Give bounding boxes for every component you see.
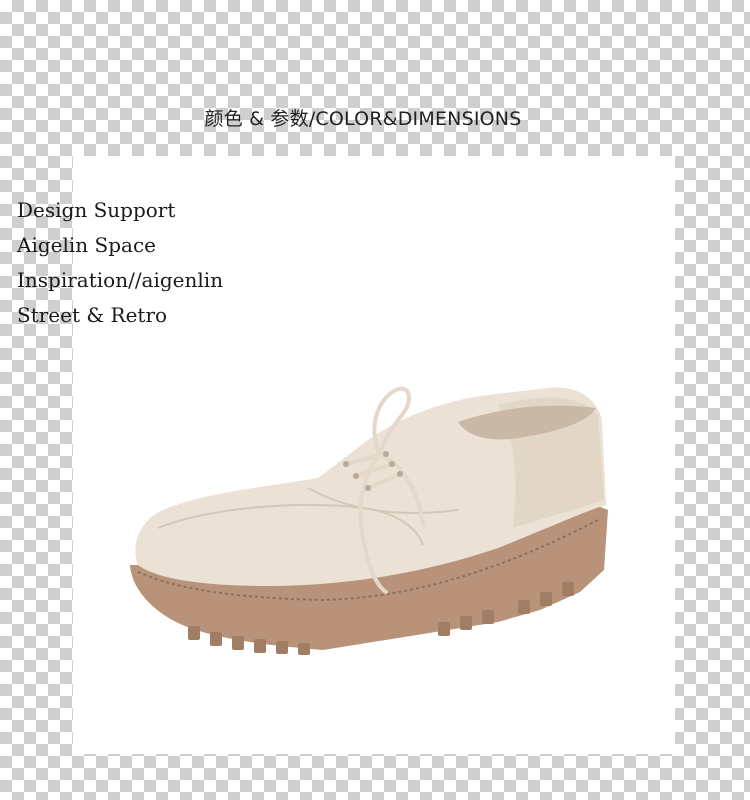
tagline-item: Inspiration//aigenlin [17,268,224,292]
tagline-item: Aigelin Space [17,233,156,257]
section-title: 颜色 & 参数/COLOR&DIMENSIONS [204,108,522,130]
tagline-list: Design Support Aigelin Space Inspiration… [17,196,223,336]
tagline-item: Street & Retro [17,303,168,327]
shoe-image [130,386,608,655]
tagline-item: Design Support [17,198,176,222]
